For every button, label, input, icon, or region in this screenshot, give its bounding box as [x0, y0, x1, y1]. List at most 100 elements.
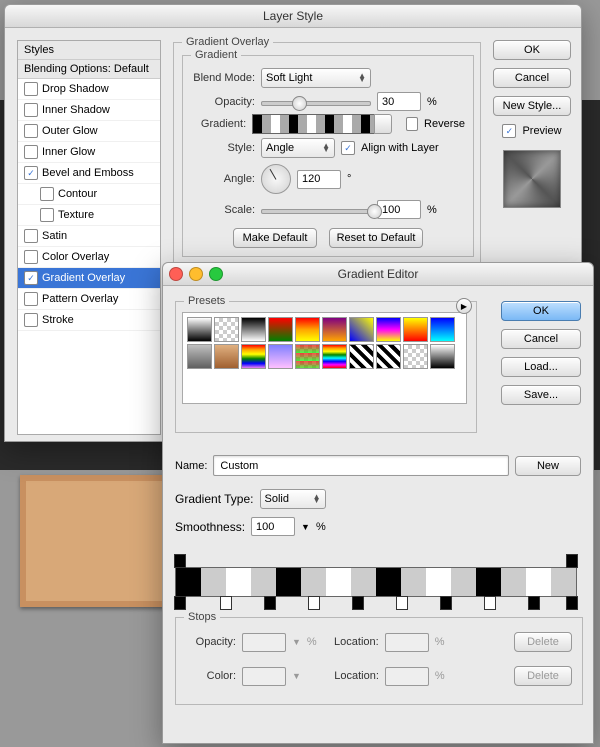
name-input[interactable]: Custom — [213, 455, 509, 476]
style-checkbox[interactable] — [24, 103, 38, 117]
style-checkbox[interactable] — [40, 187, 54, 201]
style-checkbox[interactable] — [24, 229, 38, 243]
style-checkbox[interactable]: ✓ — [24, 271, 38, 285]
style-item-outer-glow[interactable]: Outer Glow — [18, 121, 160, 142]
ok-button[interactable]: OK — [493, 40, 571, 60]
minimize-icon[interactable] — [189, 267, 203, 281]
reset-default-button[interactable]: Reset to Default — [329, 228, 423, 248]
gradient-ramp[interactable] — [175, 567, 577, 597]
reverse-checkbox[interactable] — [406, 117, 418, 131]
style-checkbox[interactable] — [24, 250, 38, 264]
gradtype-select[interactable]: Solid▲▼ — [260, 489, 326, 509]
color-stop[interactable] — [174, 596, 186, 610]
ge-title: Gradient Editor — [338, 267, 419, 281]
opacity-label: Opacity: — [191, 96, 255, 108]
opacity-input[interactable]: 30 — [377, 92, 421, 111]
style-label: Pattern Overlay — [42, 293, 118, 305]
panel-title: Gradient Overlay — [182, 36, 273, 48]
style-checkbox[interactable] — [24, 292, 38, 306]
stop-color-input — [242, 667, 286, 686]
blend-mode-label: Blend Mode: — [191, 72, 255, 84]
style-label: Contour — [58, 188, 97, 200]
style-item-stroke[interactable]: Stroke — [18, 310, 160, 331]
style-label: Outer Glow — [42, 125, 98, 137]
angle-label: Angle: — [191, 173, 255, 185]
ge-load-button[interactable]: Load... — [501, 357, 581, 377]
zoom-icon[interactable] — [209, 267, 223, 281]
style-item-texture[interactable]: Texture — [18, 205, 160, 226]
color-stop[interactable] — [396, 596, 408, 610]
align-checkbox[interactable]: ✓ — [341, 141, 355, 155]
color-stop[interactable] — [308, 596, 320, 610]
gradient-swatch[interactable] — [252, 114, 375, 134]
style-checkbox[interactable] — [40, 208, 54, 222]
close-icon[interactable] — [169, 267, 183, 281]
color-stop[interactable] — [484, 596, 496, 610]
style-label: Drop Shadow — [42, 83, 109, 95]
style-item-inner-glow[interactable]: Inner Glow — [18, 142, 160, 163]
opacity-stop[interactable] — [174, 554, 186, 568]
color-stop[interactable] — [528, 596, 540, 610]
styles-header[interactable]: Styles — [18, 41, 160, 60]
smoothness-label: Smoothness: — [175, 520, 245, 534]
ge-new-button[interactable]: New — [515, 456, 581, 476]
make-default-button[interactable]: Make Default — [233, 228, 317, 248]
style-checkbox[interactable] — [24, 124, 38, 138]
ge-titlebar[interactable]: Gradient Editor — [163, 263, 593, 286]
gradient-overlay-panel: Gradient Overlay Gradient Blend Mode: So… — [173, 42, 481, 268]
color-stop[interactable] — [440, 596, 452, 610]
window-title: Layer Style — [263, 9, 323, 23]
ge-cancel-button[interactable]: Cancel — [501, 329, 581, 349]
delete-color-stop-button: Delete — [514, 666, 572, 686]
style-label: Inner Shadow — [42, 104, 110, 116]
style-select[interactable]: Angle▲▼ — [261, 138, 335, 158]
blending-header[interactable]: Blending Options: Default — [18, 60, 160, 79]
stop-location-input — [385, 633, 429, 652]
stop-opacity-input — [242, 633, 286, 652]
preview-checkbox[interactable]: ✓ — [502, 124, 516, 138]
ge-ok-button[interactable]: OK — [501, 301, 581, 321]
style-item-pattern-overlay[interactable]: Pattern Overlay — [18, 289, 160, 310]
opacity-stop[interactable] — [566, 554, 578, 568]
style-label: Stroke — [42, 314, 74, 326]
style-item-satin[interactable]: Satin — [18, 226, 160, 247]
angle-dial[interactable] — [261, 164, 291, 194]
style-checkbox[interactable]: ✓ — [24, 166, 38, 180]
gradient-label: Gradient: — [191, 118, 246, 130]
style-item-bevel-and-emboss[interactable]: ✓ Bevel and Emboss — [18, 163, 160, 184]
styles-list: Styles Blending Options: Default Drop Sh… — [17, 40, 161, 435]
scale-label: Scale: — [191, 204, 255, 216]
style-label: Texture — [58, 209, 94, 221]
color-stop[interactable] — [264, 596, 276, 610]
style-label: Gradient Overlay — [42, 272, 125, 284]
new-style-button[interactable]: New Style... — [493, 96, 571, 116]
style-label: Bevel and Emboss — [42, 167, 134, 179]
style-item-gradient-overlay[interactable]: ✓ Gradient Overlay — [18, 268, 160, 289]
stop-color-location-input — [385, 667, 429, 686]
color-stop[interactable] — [220, 596, 232, 610]
name-label: Name: — [175, 460, 207, 472]
preset-grid[interactable] — [182, 312, 467, 404]
presets-menu-icon[interactable]: ▶ — [456, 298, 472, 314]
blend-mode-select[interactable]: Soft Light▲▼ — [261, 68, 371, 88]
opacity-slider[interactable] — [261, 95, 371, 109]
style-checkbox[interactable] — [24, 145, 38, 159]
style-label: Satin — [42, 230, 67, 242]
style-item-drop-shadow[interactable]: Drop Shadow — [18, 79, 160, 100]
style-item-inner-shadow[interactable]: Inner Shadow — [18, 100, 160, 121]
scale-slider[interactable] — [261, 203, 371, 217]
style-checkbox[interactable] — [24, 82, 38, 96]
angle-input[interactable]: 120 — [297, 170, 341, 189]
cancel-button[interactable]: Cancel — [493, 68, 571, 88]
presets-panel: Presets ▶ — [175, 301, 477, 433]
window-titlebar[interactable]: Layer Style — [5, 5, 581, 28]
color-stop[interactable] — [352, 596, 364, 610]
color-stop[interactable] — [566, 596, 578, 610]
style-item-color-overlay[interactable]: Color Overlay — [18, 247, 160, 268]
style-label: Style: — [191, 142, 255, 154]
ge-save-button[interactable]: Save... — [501, 385, 581, 405]
smoothness-input[interactable]: 100 — [251, 517, 295, 536]
style-checkbox[interactable] — [24, 313, 38, 327]
scale-input[interactable]: 100 — [377, 200, 421, 219]
style-item-contour[interactable]: Contour — [18, 184, 160, 205]
